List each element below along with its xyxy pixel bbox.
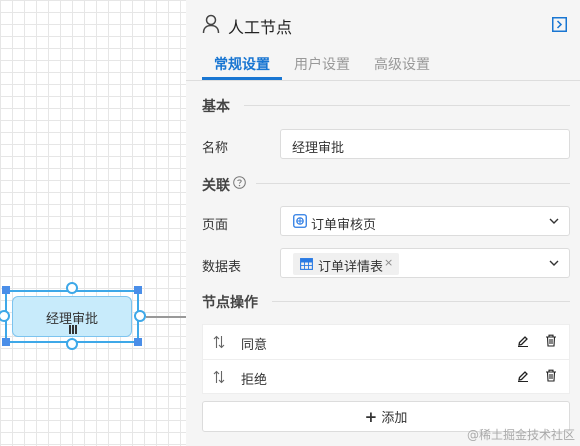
resize-handle-bottom-right[interactable] bbox=[134, 338, 142, 346]
watermark: @稀土掘金技术社区 bbox=[467, 428, 576, 442]
collapse-panel-icon[interactable] bbox=[552, 17, 567, 32]
page-select[interactable]: 订单审核页 bbox=[280, 206, 570, 236]
data-table-label: 数据表 bbox=[202, 260, 242, 275]
operation-label: 同意 bbox=[241, 338, 268, 353]
plus-icon: + bbox=[364, 408, 378, 426]
section-basic-title: 基本 bbox=[202, 99, 230, 115]
tab-general-settings[interactable]: 常规设置 bbox=[214, 54, 270, 74]
connector-line[interactable] bbox=[146, 316, 186, 318]
operation-list: 同意 拒绝 bbox=[202, 324, 570, 394]
section-association-title: 关联 bbox=[202, 178, 230, 194]
chevron-down-icon[interactable] bbox=[549, 259, 559, 267]
delete-icon[interactable] bbox=[545, 334, 557, 347]
panel-header: 人工节点 bbox=[186, 0, 580, 48]
grip-icon[interactable] bbox=[69, 325, 77, 334]
name-label: 名称 bbox=[202, 141, 229, 156]
section-divider bbox=[244, 105, 570, 106]
resize-handle-top-right[interactable] bbox=[134, 286, 142, 294]
operation-label: 拒绝 bbox=[241, 373, 268, 388]
edit-icon[interactable] bbox=[517, 370, 529, 382]
selected-table-tag: 订单详情表 × bbox=[293, 253, 399, 275]
page-icon bbox=[293, 214, 307, 228]
user-icon bbox=[202, 14, 220, 34]
chevron-down-icon[interactable] bbox=[549, 217, 559, 225]
panel-title: 人工节点 bbox=[228, 18, 293, 37]
resize-handle-bottom-left[interactable] bbox=[2, 338, 10, 346]
list-item[interactable]: 拒绝 bbox=[203, 359, 569, 393]
page-label: 页面 bbox=[202, 218, 229, 233]
edit-icon[interactable] bbox=[517, 335, 529, 347]
drag-sort-icon[interactable] bbox=[213, 335, 225, 349]
section-divider bbox=[256, 183, 570, 184]
flow-canvas[interactable]: 经理审批 bbox=[0, 0, 186, 446]
anchor-point-top[interactable] bbox=[66, 282, 78, 294]
table-icon bbox=[300, 258, 313, 270]
add-button-label: 添加 bbox=[381, 411, 408, 426]
list-item[interactable]: 同意 bbox=[203, 325, 569, 359]
tab-user-settings[interactable]: 用户设置 bbox=[294, 54, 350, 74]
selected-table-name: 订单详情表 bbox=[318, 260, 384, 275]
tab-advanced-settings[interactable]: 高级设置 bbox=[374, 54, 430, 74]
anchor-point-right[interactable] bbox=[134, 310, 146, 322]
name-input-value: 经理审批 bbox=[292, 141, 345, 156]
tab-divider bbox=[186, 80, 580, 81]
properties-panel: 人工节点 常规设置 用户设置 高级设置 基本 名称 经理审批 关联 页面 订单审… bbox=[186, 0, 580, 446]
delete-icon[interactable] bbox=[545, 369, 557, 382]
section-divider bbox=[272, 301, 570, 302]
help-icon[interactable] bbox=[233, 176, 246, 189]
flow-node-manager-approval[interactable]: 经理审批 bbox=[12, 296, 132, 337]
drag-sort-icon[interactable] bbox=[213, 370, 225, 384]
anchor-point-bottom[interactable] bbox=[66, 338, 78, 350]
name-input[interactable]: 经理审批 bbox=[280, 129, 570, 159]
section-node-operations-title: 节点操作 bbox=[202, 295, 258, 311]
resize-handle-top-left[interactable] bbox=[2, 286, 10, 294]
data-table-select[interactable]: 订单详情表 × bbox=[280, 248, 570, 278]
close-icon[interactable]: × bbox=[384, 256, 393, 269]
page-select-value: 订单审核页 bbox=[311, 218, 377, 233]
